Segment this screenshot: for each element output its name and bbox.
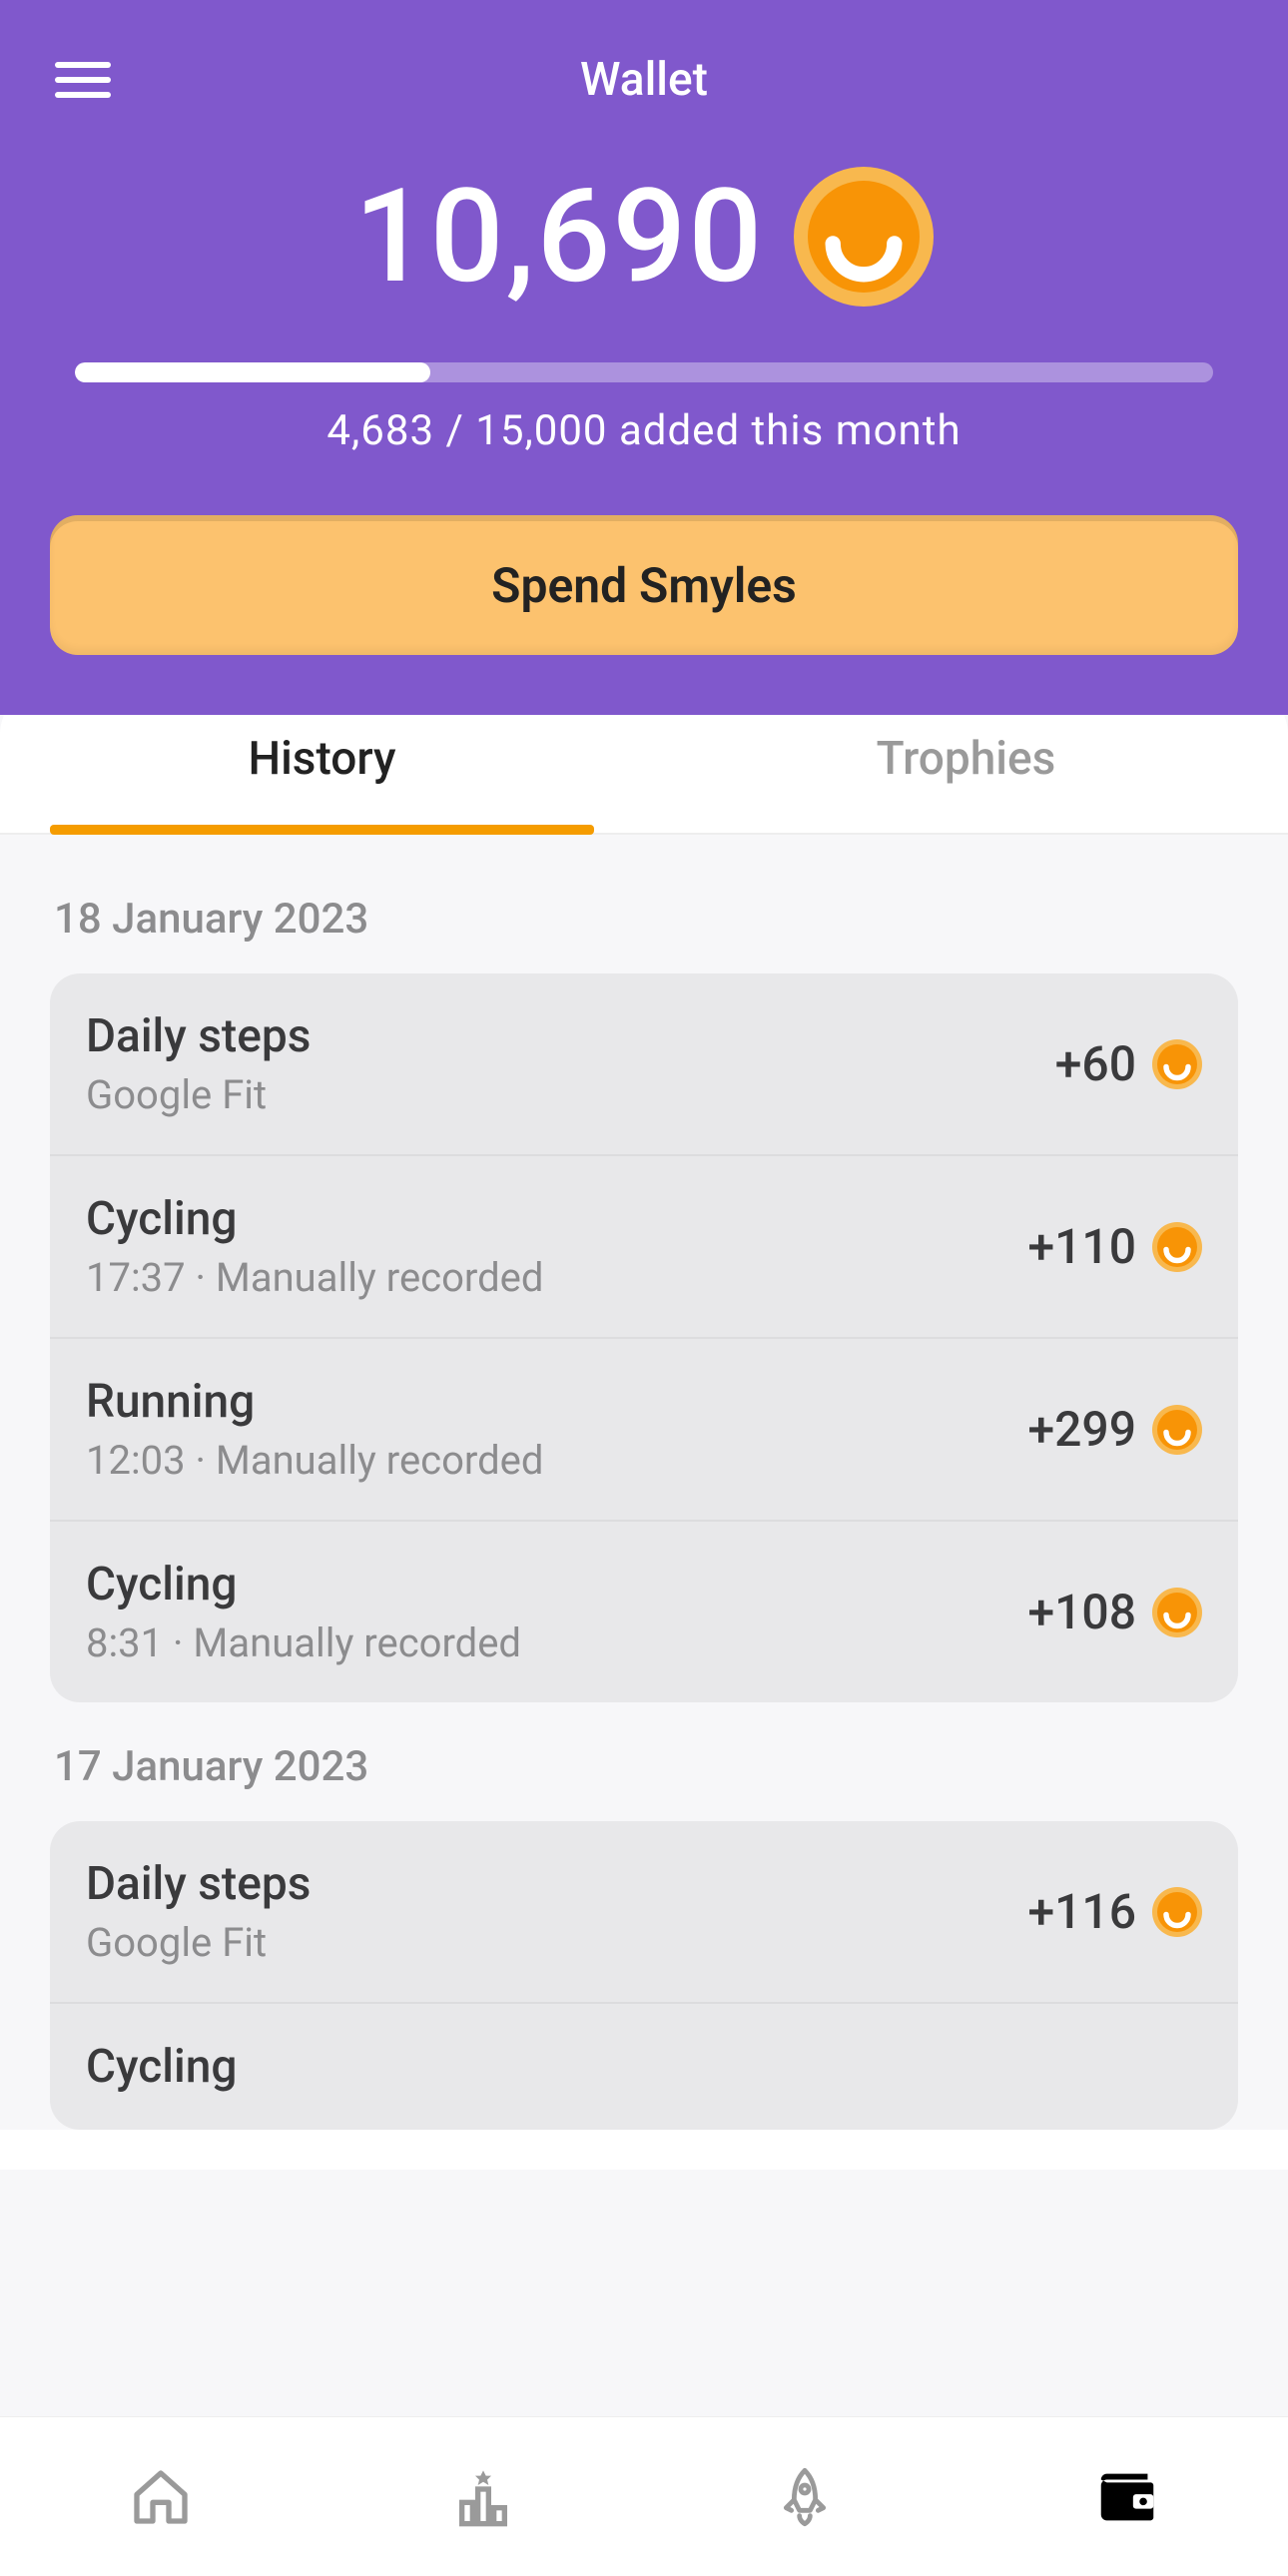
content-panel: History Trophies 18 January 2023 Daily st… xyxy=(0,685,1288,2170)
nav-wallet[interactable] xyxy=(1087,2457,1167,2537)
tabs: History Trophies xyxy=(0,685,1288,835)
history-date-header: 18 January 2023 xyxy=(54,895,1238,944)
history-row-amount: +60 xyxy=(1055,1035,1136,1092)
coin-icon xyxy=(1152,1588,1202,1637)
spend-smyles-button[interactable]: Spend Smyles xyxy=(50,515,1238,655)
coin-icon xyxy=(1152,1887,1202,1937)
hamburger-icon xyxy=(55,62,111,98)
history-row-left: Running 12:03 · Manually recorded xyxy=(86,1375,1028,1484)
nav-leaderboard[interactable] xyxy=(443,2457,523,2537)
history-row[interactable]: Running 12:03 · Manually recorded+299 xyxy=(50,1339,1238,1522)
history-row-right: +60 xyxy=(1055,1035,1202,1092)
history-row[interactable]: Cycling 8:31 · Manually recorded+108 xyxy=(50,1522,1238,1702)
history-row-right: +108 xyxy=(1028,1584,1203,1640)
nav-home[interactable] xyxy=(121,2457,201,2537)
nav-boost[interactable] xyxy=(765,2457,845,2537)
history-date-header: 17 January 2023 xyxy=(54,1742,1238,1791)
history-row-amount: +108 xyxy=(1028,1584,1137,1640)
history-row-title: Daily steps xyxy=(86,1009,1055,1063)
history-row-subtitle: Google Fit xyxy=(86,1919,1028,1966)
history-row-left: Cycling 8:31 · Manually recorded xyxy=(86,1558,1028,1666)
history-row-title: Cycling xyxy=(86,2040,1202,2094)
history-row[interactable]: Cycling 17:37 · Manually recorded+110 xyxy=(50,1156,1238,1339)
coin-icon xyxy=(1152,1222,1202,1272)
home-icon xyxy=(129,2465,193,2529)
history-row-right: +299 xyxy=(1028,1401,1203,1458)
history-row-amount: +299 xyxy=(1028,1401,1137,1458)
balance-amount: 10,690 xyxy=(354,160,765,313)
history-row-left: Cycling 17:37 · Manually recorded xyxy=(86,1192,1028,1301)
bottom-nav xyxy=(0,2416,1288,2576)
tab-history[interactable]: History xyxy=(0,685,644,833)
tab-trophies[interactable]: Trophies xyxy=(644,685,1288,833)
progress-section: 4,683 / 15,000 added this month xyxy=(75,362,1213,455)
history-row-subtitle: 8:31 · Manually recorded xyxy=(86,1619,1028,1666)
history-row-left: Cycling xyxy=(86,2040,1202,2094)
progress-label: 4,683 / 15,000 added this month xyxy=(75,406,1213,455)
tab-trophies-label: Trophies xyxy=(877,732,1056,786)
wallet-icon xyxy=(1092,2462,1162,2532)
history-card: Daily steps Google Fit+116 Cycling xyxy=(50,1821,1238,2130)
history-row[interactable]: Cycling xyxy=(50,2004,1238,2130)
history-row[interactable]: Daily steps Google Fit+116 xyxy=(50,1821,1238,2004)
history-row-subtitle: Google Fit xyxy=(86,1071,1055,1118)
history-row-title: Cycling xyxy=(86,1192,1028,1246)
progress-bar xyxy=(75,362,1213,382)
top-bar: Wallet xyxy=(0,40,1288,120)
progress-fill xyxy=(75,362,430,382)
tab-history-label: History xyxy=(248,732,395,786)
rocket-icon xyxy=(773,2465,837,2529)
history-row-title: Running xyxy=(86,1375,1028,1429)
history-card: Daily steps Google Fit+60 Cycling 17:37 · M… xyxy=(50,973,1238,1702)
history-row-left: Daily steps Google Fit xyxy=(86,1009,1055,1118)
history-row-left: Daily steps Google Fit xyxy=(86,1857,1028,1966)
leaderboard-icon xyxy=(451,2465,515,2529)
history-row-title: Daily steps xyxy=(86,1857,1028,1911)
history-list: 18 January 2023Daily stepsGoogle Fit+60C… xyxy=(0,835,1288,2130)
history-row-subtitle: 17:37 · Manually recorded xyxy=(86,1254,1028,1301)
history-row-amount: +110 xyxy=(1028,1218,1137,1275)
balance-row: 10,690 xyxy=(0,160,1288,313)
history-row-title: Cycling xyxy=(86,1558,1028,1611)
wallet-header: Wallet 10,690 4,683 / 15,000 added this … xyxy=(0,0,1288,715)
history-row-right: +110 xyxy=(1028,1218,1203,1275)
menu-button[interactable] xyxy=(55,52,111,108)
coin-icon xyxy=(1152,1039,1202,1089)
spend-button-label: Spend Smyles xyxy=(491,557,797,614)
history-row-subtitle: 12:03 · Manually recorded xyxy=(86,1437,1028,1484)
coin-icon xyxy=(794,167,934,307)
history-row-right: +116 xyxy=(1028,1883,1203,1940)
history-row-amount: +116 xyxy=(1028,1883,1137,1940)
coin-icon xyxy=(1152,1405,1202,1455)
page-title: Wallet xyxy=(580,53,708,107)
history-row[interactable]: Daily steps Google Fit+60 xyxy=(50,973,1238,1156)
